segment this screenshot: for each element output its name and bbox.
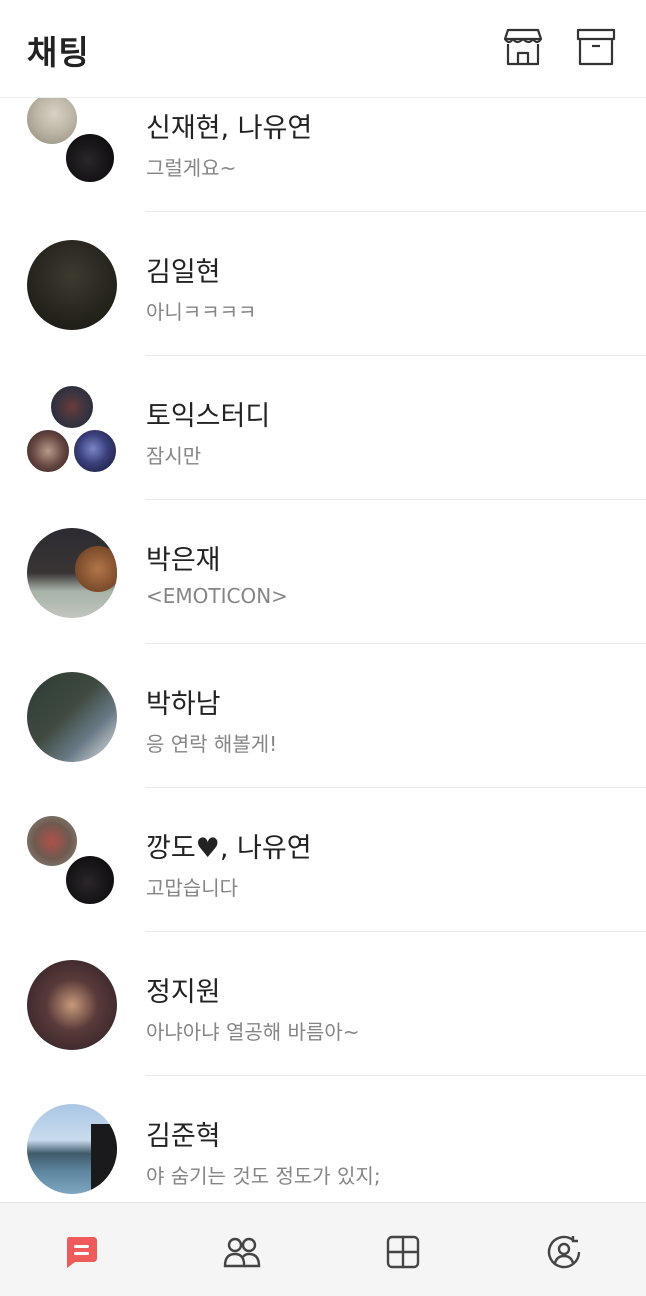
avatar <box>72 428 118 474</box>
avatar <box>27 672 117 762</box>
avatar <box>64 854 116 906</box>
chat-last-message: <EMOTICON> <box>146 584 288 608</box>
people-icon <box>223 1237 261 1268</box>
chat-last-message: 그럴게요~ <box>146 156 237 180</box>
nav-profile[interactable] <box>483 1203 644 1296</box>
chat-last-message: 야 숨기는 것도 정도가 있지; <box>146 1164 381 1188</box>
chat-last-message: 응 연락 해볼게! <box>146 732 278 756</box>
chat-last-message: 아냐아냐 열공해 바름아~ <box>146 1020 360 1044</box>
nav-chats[interactable] <box>0 1203 161 1296</box>
avatar <box>25 92 79 146</box>
store-button[interactable] <box>502 26 544 68</box>
user-circle-icon <box>547 1235 581 1269</box>
chat-last-message: 아니ㅋㅋㅋㅋ <box>146 300 257 324</box>
chat-name: 박하남 <box>146 689 221 720</box>
avatar <box>27 528 117 618</box>
avatar <box>49 384 95 430</box>
bottom-nav <box>0 1202 646 1296</box>
chat-row[interactable]: 김준혁 야 숨기는 것도 정도가 있지; <box>0 1076 646 1202</box>
avatar <box>25 814 79 868</box>
app-header: 채팅 <box>0 0 646 98</box>
store-icon <box>503 28 543 66</box>
avatar <box>27 960 117 1050</box>
chat-row[interactable]: 박은재 <EMOTICON> <box>0 500 646 644</box>
nav-more[interactable] <box>322 1203 483 1296</box>
chat-row[interactable]: 토익스터디 잠시만 <box>0 356 646 500</box>
chat-row[interactable]: 깡도♥, 나유연 고맙습니다 <box>0 788 646 932</box>
avatar <box>64 132 116 184</box>
avatar <box>25 428 71 474</box>
chat-row[interactable]: 박하남 응 연락 해볼게! <box>0 644 646 788</box>
chat-row[interactable]: 김일현 아니ㅋㅋㅋㅋ <box>0 212 646 356</box>
chat-name: 신재현, 나유연 <box>146 113 313 144</box>
chat-row[interactable]: 정지원 아냐아냐 열공해 바름아~ <box>0 932 646 1076</box>
avatar <box>27 240 117 330</box>
chat-last-message: 고맙습니다 <box>146 876 238 900</box>
chat-name: 김일현 <box>146 257 221 288</box>
chat-name: 정지원 <box>146 977 221 1008</box>
chat-list: 신재현, 나유연 그럴게요~ 김일현 아니ㅋㅋㅋㅋ 토익스터디 잠시만 박은재 … <box>0 0 646 1202</box>
chat-name: 박은재 <box>146 545 221 576</box>
nav-friends[interactable] <box>161 1203 322 1296</box>
chat-name: 토익스터디 <box>146 401 271 432</box>
archive-icon <box>576 28 616 66</box>
chat-last-message: 잠시만 <box>146 444 202 468</box>
archive-button[interactable] <box>575 26 617 68</box>
avatar <box>27 1104 117 1194</box>
chat-name: 김준혁 <box>146 1121 221 1152</box>
chat-name: 깡도♥, 나유연 <box>146 833 312 864</box>
grid-icon <box>386 1235 420 1269</box>
chat-bubble-icon <box>67 1237 97 1268</box>
page-title: 채팅 <box>27 33 90 72</box>
